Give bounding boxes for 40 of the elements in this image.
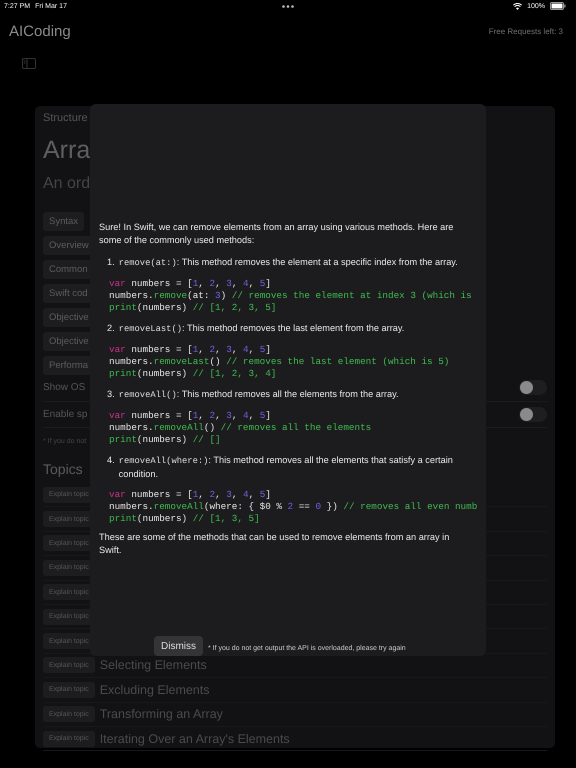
list-number: 1. — [107, 256, 115, 269]
code-line: var numbers = [1, 2, 3, 4, 5] — [109, 344, 272, 356]
code-line: numbers.remove(at: 3) // removes the element at index 3 (which is — [109, 290, 473, 302]
setting-label: Show OS — [43, 382, 86, 394]
answer-paragraph: These are some of the methods that can be used to remove elements from an array in Swift. — [99, 531, 450, 557]
topics-heading: Topics — [43, 461, 83, 477]
more-icon[interactable] — [282, 5, 294, 8]
code-line: print(numbers) // [1, 2, 3, 5] — [109, 302, 278, 314]
app-title: AICoding — [9, 22, 71, 40]
code-line: numbers.removeLast() // removes the last element (which is 5) — [109, 356, 450, 368]
code-line: numbers.removeAll() // removes all the elements — [109, 422, 372, 434]
list-item-text: removeAll(where:): This method removes all the elements that satisfy a certain condition. — [118, 454, 454, 481]
battery-icon — [550, 2, 566, 10]
code-line: print(numbers) // [] — [109, 434, 222, 446]
topic-title: Transforming an Array — [100, 707, 223, 722]
setting-label: Enable sp — [43, 408, 88, 420]
page-title: Arra — [43, 136, 90, 165]
list-number: 4. — [107, 454, 115, 467]
topic-title: Excluding Elements — [100, 682, 210, 697]
code-line: var numbers = [1, 2, 3, 4, 5] — [109, 278, 272, 290]
list-item-text: remove(at:): This method removes the element at a specific index from the array. — [118, 256, 458, 270]
toggle-switch[interactable] — [519, 406, 547, 422]
list-item-text: removeLast(): This method removes the last element from the array. — [118, 322, 404, 336]
list-number: 3. — [107, 388, 115, 401]
topic-title: Iterating Over an Array's Elements — [100, 732, 290, 746]
free-requests-label: Free Requests left: 3 — [488, 26, 563, 36]
code-line: var numbers = [1, 2, 3, 4, 5] — [109, 489, 272, 501]
topic-title: Selecting Elements — [100, 658, 207, 672]
section-chip[interactable]: Syntax — [43, 212, 84, 231]
answer-paragraph: Sure! In Swift, we can remove elements from an array using various methods. Here are some of the commonly used methods: — [99, 221, 454, 247]
breadcrumb: Structure — [43, 112, 88, 124]
toggle-switch[interactable] — [519, 380, 547, 396]
code-line: var numbers = [1, 2, 3, 4, 5] — [109, 410, 272, 422]
wifi-icon — [513, 2, 522, 10]
list-item-text: removeAll(): This method removes all the elements from the array. — [118, 388, 399, 402]
list-number: 2. — [107, 322, 115, 335]
code-line: print(numbers) // [1, 2, 3, 4] — [109, 368, 278, 380]
code-line: print(numbers) // [1, 3, 5] — [109, 513, 261, 525]
dismiss-button[interactable]: Dismiss — [154, 636, 203, 656]
code-line: numbers.removeAll(where: { $0 % 2 == 0 }) // removes all even numb — [109, 501, 477, 513]
